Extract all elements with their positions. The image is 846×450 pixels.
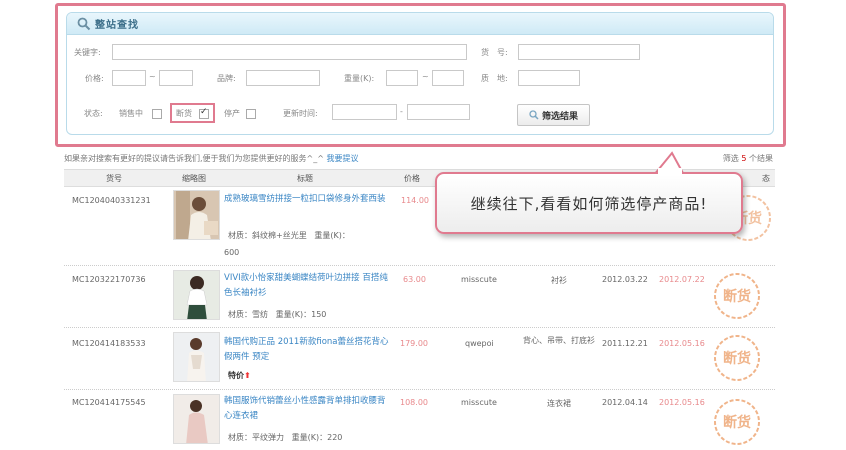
up-arrow-icon: ⬆ <box>244 371 251 380</box>
out-of-stock-stamp-icon: 断货 <box>714 335 760 381</box>
product-title-link[interactable]: VIVI款小怡家甜美蝴蝶结荷叶边拼接 百搭纯色长袖衬衫 <box>224 271 389 301</box>
brand-input[interactable] <box>246 70 320 86</box>
special-price-tag: 特价⬆ <box>228 370 251 381</box>
row-date-added: 2011.12.21 <box>602 339 648 348</box>
out-of-stock-stamp-icon: 断货 <box>714 399 760 445</box>
out-of-stock-checkbox[interactable] <box>199 107 209 119</box>
weight-tilde: ~ <box>422 72 429 81</box>
price-min-input[interactable] <box>112 70 146 86</box>
row-itemno: MC1204040331231 <box>72 196 151 205</box>
status-label: 状态: <box>84 109 103 118</box>
header-itemno: 货号 <box>106 174 122 183</box>
header-thumb: 缩略图 <box>182 174 206 183</box>
update-time-end-input[interactable] <box>407 104 470 120</box>
stamp-text: 断货 <box>723 414 751 431</box>
price-label: 价格: <box>85 74 104 83</box>
row-date-updated: 2012.05.16 <box>659 339 705 348</box>
row-category: 衬衫 <box>551 276 567 285</box>
update-time-start-input[interactable] <box>332 104 397 120</box>
row-itemno: MC120414175545 <box>72 398 146 407</box>
row-price: 179.00 <box>400 339 428 348</box>
weight-min-input[interactable] <box>386 70 418 86</box>
discontinued-label: 停产 <box>224 109 240 118</box>
panel-header: 整站查找 <box>67 13 773 35</box>
row-material: 材质：斜纹棉+丝光里 重量(K)： <box>228 228 350 243</box>
row-date-updated: 2012.05.16 <box>659 398 705 407</box>
callout-tail-cover <box>658 168 682 176</box>
itemno-label: 货 号: <box>481 48 508 57</box>
discontinued-checkbox[interactable] <box>246 109 256 119</box>
product-thumbnail[interactable] <box>173 190 220 240</box>
on-sale-checkbox[interactable] <box>152 109 162 119</box>
tutorial-callout: 继续往下,看看如何筛选停产商品! <box>435 172 743 234</box>
special-price-label: 特价 <box>228 371 244 380</box>
row-category: 背心、吊带、打底衫 <box>523 336 595 345</box>
callout-text: 继续往下,看看如何筛选停产商品! <box>470 194 708 213</box>
row-seller: misscute <box>461 275 497 284</box>
row-price: 63.00 <box>403 275 426 284</box>
row-date-added: 2012.04.14 <box>602 398 648 407</box>
filter-results-label: 筛选结果 <box>541 111 578 122</box>
feedback-link[interactable]: 我要提议 <box>327 154 359 163</box>
brand-label: 品牌: <box>217 74 236 83</box>
stamp-text: 断货 <box>723 288 751 305</box>
table-row: MC120414183533 韩国代购正品 2011新款fiona蕾丝搭花背心假… <box>64 328 775 390</box>
result-count-suffix: 个结果 <box>749 154 773 163</box>
row-material-text: 材质：斜纹棉+丝光里 <box>228 231 307 240</box>
row-price: 114.00 <box>401 196 429 205</box>
stamp-text: 断货 <box>723 350 751 367</box>
row-seller: misscute <box>461 398 497 407</box>
header-status: 态 <box>762 174 770 183</box>
out-of-stock-label: 断货 <box>176 109 192 118</box>
result-count-number: 5 <box>741 154 747 163</box>
row-seller: qwepoi <box>465 339 494 348</box>
header-title: 标题 <box>297 174 313 183</box>
search-icon <box>77 17 91 30</box>
row-itemno: MC120322170736 <box>72 275 146 284</box>
row-weight-text: 重量(K)： <box>314 231 350 240</box>
origin-label: 质 地: <box>481 74 508 83</box>
update-time-label: 更新时间: <box>283 109 318 118</box>
row-weight-value: 600 <box>224 248 240 257</box>
row-date-updated: 2012.07.22 <box>659 275 705 284</box>
row-material-text: 材质：雪纺 <box>228 310 268 319</box>
result-count: 筛选 5 个结果 <box>723 153 773 164</box>
price-max-input[interactable] <box>159 70 193 86</box>
on-sale-label: 销售中 <box>119 109 143 118</box>
product-thumbnail[interactable] <box>173 394 220 444</box>
keyword-input[interactable] <box>112 44 467 60</box>
row-date-added: 2012.03.22 <box>602 275 648 284</box>
update-time-dash: - <box>400 107 403 116</box>
origin-input[interactable] <box>518 70 580 86</box>
keyword-label: 关键字: <box>74 48 101 57</box>
row-weight-text: 重量(K)：150 <box>275 310 327 319</box>
product-thumbnail[interactable] <box>173 332 220 382</box>
product-thumbnail[interactable] <box>173 270 220 320</box>
row-material: 材质：雪纺 重量(K)：150 <box>228 307 326 322</box>
row-material-text: 材质：平纹弹力 <box>228 433 284 442</box>
itemno-input[interactable] <box>518 44 640 60</box>
feedback-note-text: 如果亲对搜索有更好的提议请告诉我们,便于我们为您提供更好的服务^_^ <box>64 154 324 163</box>
price-tilde: ~ <box>149 72 156 81</box>
row-category: 连衣裙 <box>547 399 571 408</box>
result-count-prefix: 筛选 <box>722 154 739 163</box>
row-weight-text: 重量(K)：220 <box>291 433 343 442</box>
search-icon <box>529 110 539 120</box>
filter-results-button[interactable]: 筛选结果 <box>517 104 590 126</box>
product-title-link[interactable]: 成熟玻璃雪纺拼接一粒扣口袋修身外套西装 <box>224 192 389 207</box>
weight-label: 重量(K): <box>344 74 375 83</box>
out-of-stock-stamp-icon: 断货 <box>714 273 760 319</box>
product-title-link[interactable]: 韩国服饰代销蕾丝小性感露背单排扣收腰背心连衣裙 <box>224 394 389 424</box>
feedback-note: 如果亲对搜索有更好的提议请告诉我们,便于我们为您提供更好的服务^_^ 我要提议 <box>64 153 359 164</box>
table-row: MC120322170736 VIVI款小怡家甜美蝴蝶结荷叶边拼接 百搭纯色长袖… <box>64 266 775 328</box>
product-title-link[interactable]: 韩国代购正品 2011新款fiona蕾丝搭花背心假两件 预定 <box>224 335 389 365</box>
row-price: 108.00 <box>400 398 428 407</box>
table-row: MC120414175545 韩国服饰代销蕾丝小性感露背单排扣收腰背心连衣裙 材… <box>64 390 775 450</box>
header-price: 价格 <box>404 174 420 183</box>
weight-max-input[interactable] <box>432 70 464 86</box>
row-material: 材质：平纹弹力 重量(K)：220 <box>228 430 342 445</box>
row-itemno: MC120414183533 <box>72 339 146 348</box>
panel-title: 整站查找 <box>95 20 139 31</box>
